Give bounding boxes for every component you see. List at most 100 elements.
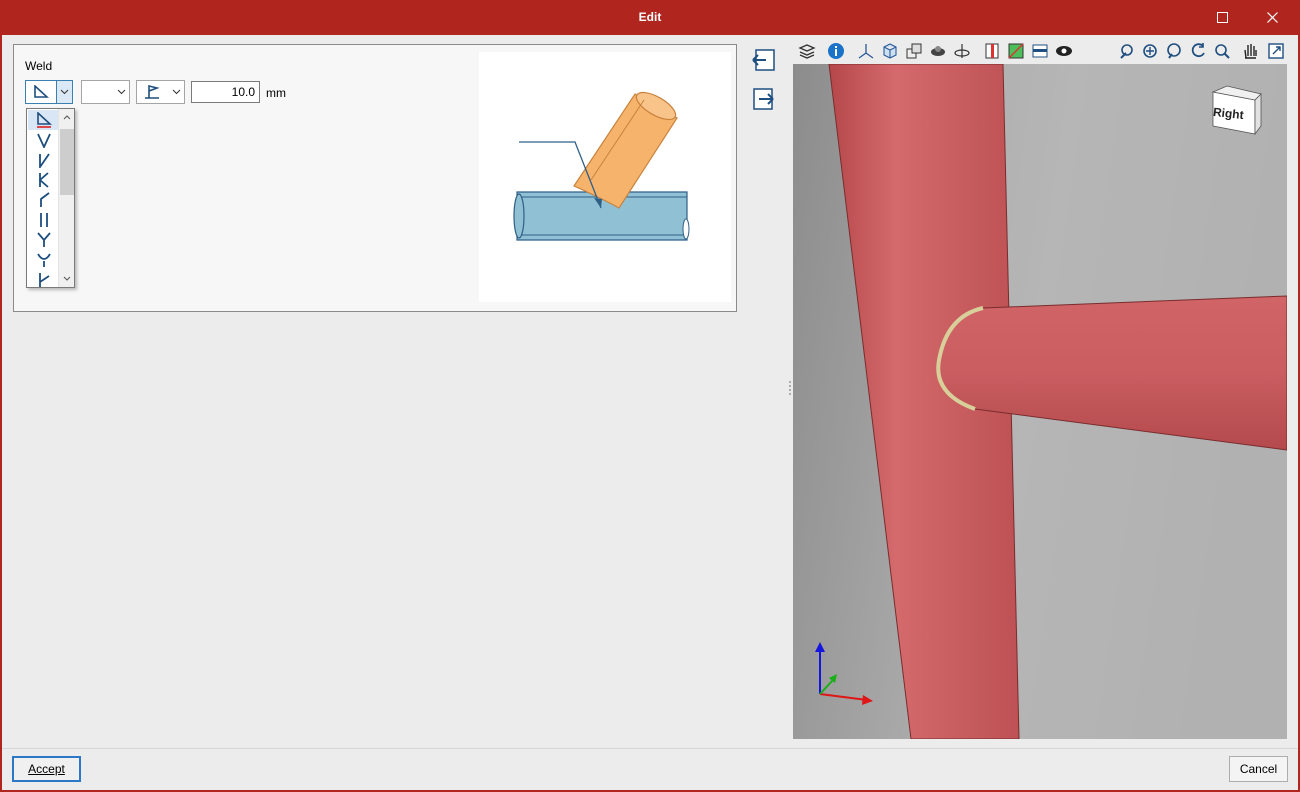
visibility-button[interactable]: [928, 41, 948, 61]
weld-contour-dropdown-button[interactable]: [113, 81, 129, 103]
3d-scene: Right: [793, 64, 1287, 739]
box-view-icon: [883, 43, 897, 59]
close-button[interactable]: [1249, 0, 1295, 35]
scroll-down-button[interactable]: [59, 270, 75, 287]
field-weld-flag-icon: [145, 84, 160, 99]
zoom-icon: [1215, 44, 1230, 59]
dropdown-option-bevel-groove[interactable]: [28, 150, 59, 170]
weld-size-input[interactable]: 10.0: [191, 81, 260, 103]
dialog-body: Weld 10.0 mm Right Accept Cancel: [2, 35, 1298, 790]
layers-icon: [798, 44, 816, 59]
title-bar: Edit: [0, 0, 1300, 35]
chevron-down-icon: [60, 89, 69, 95]
zoom-button[interactable]: [1212, 41, 1232, 61]
export-view-icon: [1268, 43, 1284, 59]
tube-joint-illustration: [513, 91, 690, 241]
eye-icon: [1056, 46, 1072, 56]
axes-icon: [858, 44, 874, 59]
export-button[interactable]: [751, 86, 777, 112]
splitter-grip-icon: [789, 381, 791, 395]
rotate-button[interactable]: [1188, 41, 1208, 61]
dropdown-option-k-groove[interactable]: [28, 170, 59, 190]
multi-view-button[interactable]: [904, 41, 924, 61]
chevron-down-icon: [172, 89, 180, 95]
eye-button[interactable]: [1054, 41, 1074, 61]
weld-site-dropdown-button[interactable]: [168, 81, 184, 103]
dropdown-option-y-groove[interactable]: [28, 190, 59, 210]
import-icon: [752, 49, 775, 71]
3d-viewport[interactable]: Right: [793, 64, 1287, 739]
render-icon: [1008, 43, 1024, 59]
v-groove-symbol-icon: [36, 133, 51, 148]
scroll-up-button[interactable]: [59, 109, 75, 126]
info-icon: [828, 43, 844, 59]
maximize-icon: [1216, 12, 1228, 23]
dialog-footer: Accept Cancel: [2, 748, 1298, 790]
rotate-axis-button[interactable]: [952, 41, 972, 61]
y-groove-symbol-icon: [39, 192, 50, 207]
section-button[interactable]: [982, 41, 1002, 61]
export-icon: [753, 88, 774, 110]
pan-button[interactable]: [1240, 41, 1260, 61]
weld-site-combo[interactable]: [136, 80, 185, 104]
u-groove-symbol-icon: [36, 232, 51, 247]
rotate-axis-icon: [954, 44, 970, 58]
weld-size-unit: mm: [266, 86, 286, 100]
weld-contour-combo[interactable]: [81, 80, 130, 104]
multi-view-icon: [906, 43, 922, 59]
bevel-groove-symbol-icon: [38, 153, 50, 168]
dropdown-option-flare-bevel[interactable]: [28, 270, 59, 290]
chevron-down-icon: [63, 276, 71, 281]
import-button[interactable]: [751, 47, 777, 73]
scroll-thumb[interactable]: [60, 129, 74, 195]
info-button[interactable]: [826, 41, 846, 61]
window-title: Edit: [638, 10, 662, 24]
weld-preview-image: [479, 52, 731, 302]
square-groove-symbol-icon: [39, 213, 48, 227]
undo-view-icon: [1120, 44, 1133, 59]
pan-icon: [1244, 44, 1257, 59]
fillet-weld-symbol-icon: [36, 112, 52, 128]
k-groove-symbol-icon: [38, 172, 49, 188]
panel-splitter[interactable]: [788, 380, 792, 396]
zoom-window-icon: [1167, 43, 1181, 59]
plane-button[interactable]: [1030, 41, 1050, 61]
view-cube[interactable]: Right: [1211, 85, 1262, 136]
zoom-window-button[interactable]: [1164, 41, 1184, 61]
weld-type-combo[interactable]: [25, 80, 73, 104]
fillet-weld-symbol-icon: [34, 85, 49, 98]
accept-button-label: Accept: [28, 762, 65, 776]
viewer-toolbar: [794, 39, 1289, 63]
dropdown-option-fillet[interactable]: [28, 110, 59, 130]
dropdown-option-square-groove[interactable]: [28, 210, 59, 230]
chevron-down-icon: [117, 89, 125, 95]
accept-button[interactable]: Accept: [12, 756, 81, 782]
plane-icon: [1032, 44, 1048, 58]
cancel-button-label: Cancel: [1239, 762, 1278, 776]
undo-view-button[interactable]: [1116, 41, 1136, 61]
dropdown-option-u-groove[interactable]: [28, 230, 59, 250]
layers-button[interactable]: [797, 41, 817, 61]
zoom-extents-icon: [1143, 44, 1157, 58]
axes-button[interactable]: [856, 41, 876, 61]
dropdown-scrollbar[interactable]: [58, 109, 74, 287]
cancel-button[interactable]: Cancel: [1229, 756, 1288, 782]
weld-label: Weld: [25, 59, 53, 73]
dropdown-option-j-groove[interactable]: [28, 250, 59, 270]
zoom-extents-button[interactable]: [1140, 41, 1160, 61]
weld-panel: Weld 10.0 mm: [13, 44, 737, 312]
close-icon: [1266, 12, 1278, 23]
visibility-icon: [931, 46, 945, 56]
weld-type-dropdown-list[interactable]: [26, 108, 75, 288]
weld-type-dropdown-button[interactable]: [56, 81, 72, 103]
j-groove-symbol-icon: [36, 253, 51, 267]
box-view-button[interactable]: [880, 41, 900, 61]
edit-dialog: Edit Weld 10.0 mm Right Accept Cancel: [0, 0, 1300, 792]
render-button[interactable]: [1006, 41, 1026, 61]
maximize-button[interactable]: [1199, 0, 1245, 35]
flare-bevel-symbol-icon: [38, 273, 49, 287]
section-icon: [985, 43, 999, 59]
export-view-button[interactable]: [1266, 41, 1286, 61]
dropdown-option-v-groove[interactable]: [28, 130, 59, 150]
rotate-icon: [1191, 43, 1205, 58]
